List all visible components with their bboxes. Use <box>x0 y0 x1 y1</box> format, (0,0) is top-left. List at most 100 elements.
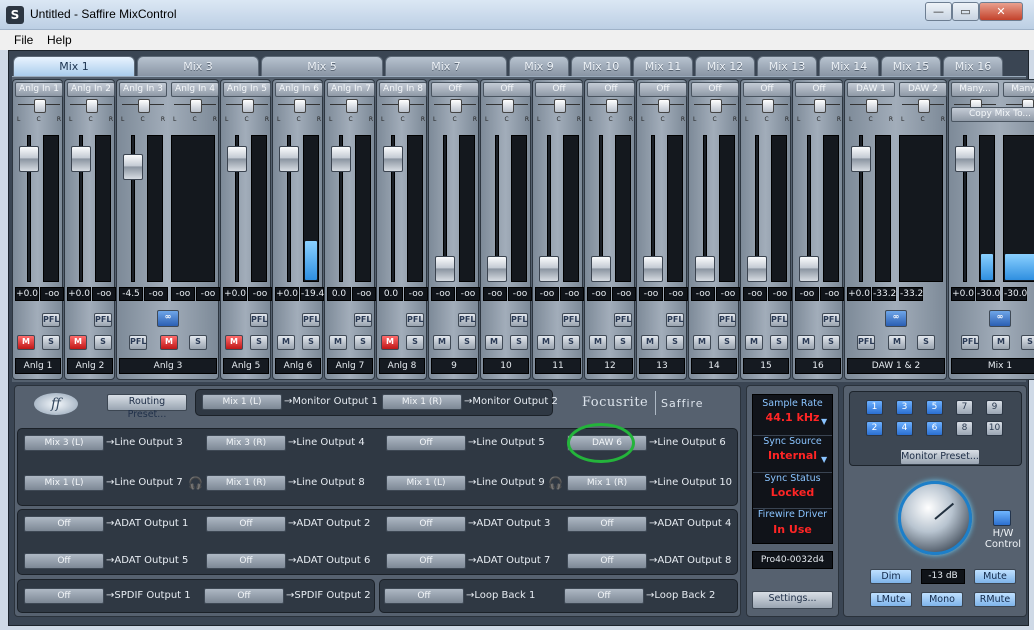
tab-mix-10[interactable]: Mix 10 <box>571 56 631 76</box>
mute-button[interactable]: M <box>992 335 1010 350</box>
input-source-select[interactable]: Off <box>743 82 791 97</box>
mute-button[interactable]: M <box>329 335 347 350</box>
routing-source-select[interactable]: Off <box>386 553 466 569</box>
fader-knob[interactable] <box>487 256 507 282</box>
monitor-preset-2-button[interactable]: 2 <box>866 421 883 436</box>
solo-button[interactable]: S <box>562 335 580 350</box>
input-source-select[interactable]: Off <box>639 82 687 97</box>
mute-button[interactable]: M <box>693 335 711 350</box>
pfl-button[interactable]: PFL <box>42 313 60 327</box>
pfl-button[interactable]: PFL <box>354 313 372 327</box>
input-source-select[interactable]: Off <box>795 82 843 97</box>
solo-button[interactable]: S <box>1021 335 1034 350</box>
mute-button[interactable]: M <box>537 335 555 350</box>
mute-button[interactable]: M <box>797 335 815 350</box>
pfl-button[interactable]: PFL <box>562 313 580 327</box>
pfl-button[interactable]: PFL <box>770 313 788 327</box>
monitor-preset-6-button[interactable]: 6 <box>926 421 943 436</box>
menu-help[interactable]: Help <box>47 33 72 47</box>
monitor-preset-4-button[interactable]: 4 <box>896 421 913 436</box>
mute-button[interactable]: M <box>17 335 35 350</box>
routing-source-select[interactable]: Off <box>386 435 466 451</box>
routing-source-select[interactable]: Off <box>564 588 644 604</box>
fader-knob[interactable] <box>955 146 975 172</box>
hw-control-button[interactable] <box>993 510 1011 526</box>
pfl-button[interactable]: PFL <box>510 313 528 327</box>
mute-button[interactable]: M <box>888 335 906 350</box>
fader-knob[interactable] <box>695 256 715 282</box>
mute-button[interactable]: M <box>381 335 399 350</box>
solo-button[interactable]: S <box>94 335 112 350</box>
pfl-button[interactable]: PFL <box>614 313 632 327</box>
close-button[interactable]: ✕ <box>979 2 1023 21</box>
monitor-preset-10-button[interactable]: 10 <box>986 421 1003 436</box>
fader-knob[interactable] <box>227 146 247 172</box>
fader-knob[interactable] <box>279 146 299 172</box>
chevron-down-icon[interactable]: ▼ <box>821 455 827 464</box>
chevron-down-icon[interactable]: ▼ <box>821 417 827 426</box>
pfl-button[interactable]: PFL <box>406 313 424 327</box>
input-source-select[interactable]: Many... <box>951 82 999 97</box>
fader-knob[interactable] <box>123 154 143 181</box>
stereo-link-button[interactable]: ∞ <box>157 310 179 327</box>
input-source-select[interactable]: Anlg In 1 <box>15 82 63 97</box>
fader-knob[interactable] <box>71 146 91 172</box>
solo-button[interactable]: S <box>770 335 788 350</box>
pfl-button[interactable]: PFL <box>250 313 268 327</box>
tab-mix-11[interactable]: Mix 11 <box>633 56 693 76</box>
input-source-select[interactable]: Anlg In 5 <box>223 82 271 97</box>
routing-source-select[interactable]: Off <box>24 553 104 569</box>
fader-knob[interactable] <box>539 256 559 282</box>
mute-button[interactable]: M <box>485 335 503 350</box>
routing-source-select[interactable]: Off <box>204 588 284 604</box>
monitor-preset-7-button[interactable]: 7 <box>956 400 973 415</box>
solo-button[interactable]: S <box>666 335 684 350</box>
routing-preset-button[interactable]: Routing Preset... <box>107 394 187 420</box>
routing-source-select[interactable]: Off <box>386 516 466 532</box>
solo-button[interactable]: S <box>406 335 424 350</box>
mute-button[interactable]: M <box>160 335 178 350</box>
minimize-button[interactable]: — <box>925 2 952 21</box>
input-source-select[interactable]: DAW 2 <box>899 82 947 97</box>
input-source-select[interactable]: Many... <box>1003 82 1034 97</box>
solo-button[interactable]: S <box>917 335 935 350</box>
input-source-select[interactable]: Off <box>535 82 583 97</box>
routing-source-select[interactable]: Mix 1 (R) <box>206 475 286 491</box>
pfl-button[interactable]: PFL <box>666 313 684 327</box>
pfl-button[interactable]: PFL <box>458 313 476 327</box>
mute-button[interactable]: M <box>641 335 659 350</box>
pfl-button[interactable]: PFL <box>822 313 840 327</box>
pfl-button[interactable]: PFL <box>302 313 320 327</box>
pfl-button[interactable]: PFL <box>94 313 112 327</box>
monitor-preset-button[interactable]: Monitor Preset... <box>900 449 980 465</box>
tab-mix-15[interactable]: Mix 15 <box>881 56 941 76</box>
routing-source-select[interactable]: Off <box>206 553 286 569</box>
routing-source-select[interactable]: Off <box>384 588 464 604</box>
stereo-link-button[interactable]: ∞ <box>989 310 1011 327</box>
input-source-select[interactable]: Anlg In 8 <box>379 82 427 97</box>
tab-mix-14[interactable]: Mix 14 <box>819 56 879 76</box>
monitor-preset-1-button[interactable]: 1 <box>866 400 883 415</box>
solo-button[interactable]: S <box>822 335 840 350</box>
fader-knob[interactable] <box>435 256 455 282</box>
fader-knob[interactable] <box>799 256 819 282</box>
dim-button[interactable]: Dim <box>870 569 912 584</box>
tab-mix-7[interactable]: Mix 7 <box>385 56 507 76</box>
tab-mix-13[interactable]: Mix 13 <box>757 56 817 76</box>
solo-button[interactable]: S <box>250 335 268 350</box>
fader-knob[interactable] <box>19 146 39 172</box>
pfl-button[interactable]: PFL <box>961 335 979 350</box>
solo-button[interactable]: S <box>189 335 207 350</box>
fader-knob[interactable] <box>643 256 663 282</box>
solo-button[interactable]: S <box>302 335 320 350</box>
fader-knob[interactable] <box>747 256 767 282</box>
tab-mix-12[interactable]: Mix 12 <box>695 56 755 76</box>
solo-button[interactable]: S <box>354 335 372 350</box>
fader-knob[interactable] <box>851 146 871 172</box>
routing-source-select[interactable]: Off <box>567 553 647 569</box>
mute-button[interactable]: Mute <box>974 569 1016 584</box>
solo-button[interactable]: S <box>458 335 476 350</box>
input-source-select[interactable]: Off <box>431 82 479 97</box>
input-source-select[interactable]: DAW 1 <box>847 82 895 97</box>
mute-button[interactable]: M <box>589 335 607 350</box>
